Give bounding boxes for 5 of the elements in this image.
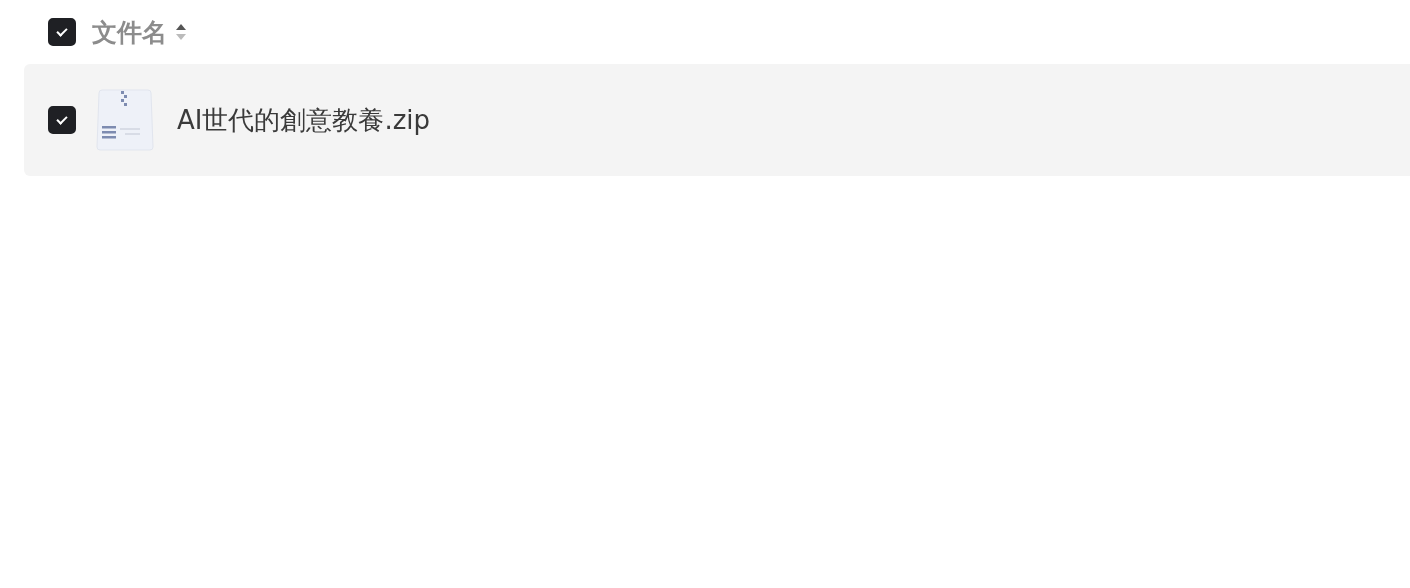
file-row[interactable]: AI世代的創意教養.zip <box>24 64 1410 176</box>
file-name: AI世代的創意教養.zip <box>177 103 431 137</box>
checkbox[interactable] <box>48 18 76 46</box>
zip-file-icon <box>95 89 155 151</box>
checkbox[interactable] <box>48 106 76 134</box>
